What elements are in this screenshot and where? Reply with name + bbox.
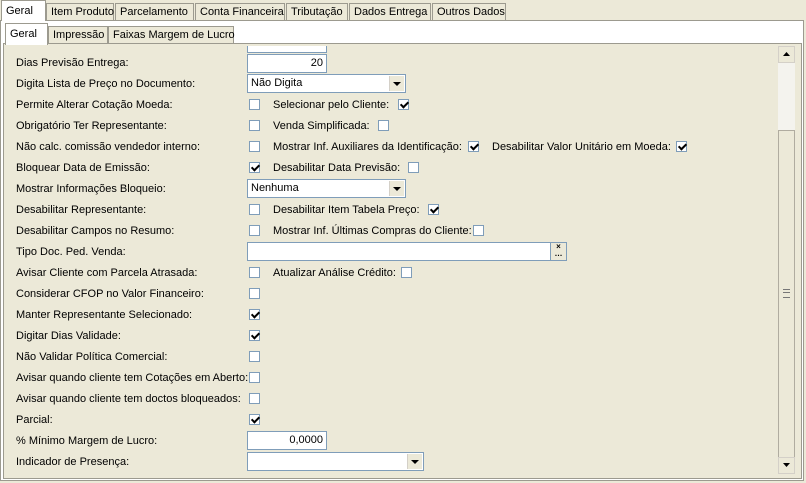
avisar-doctos-checkbox[interactable]: [249, 393, 260, 404]
desabilitar-campos-resumo-checkbox[interactable]: [249, 225, 260, 236]
label-considerar-cfop: Considerar CFOP no Valor Financeiro:: [16, 288, 204, 300]
label-nao-validar-politica: Não Validar Política Comercial:: [16, 351, 168, 363]
permite-alterar-checkbox[interactable]: [249, 99, 260, 110]
label-dias-previsao: Dias Previsão Entrega:: [16, 57, 129, 69]
subtab-faixas-margem[interactable]: Faixas Margem de Lucro: [108, 26, 235, 43]
label-digitar-dias: Digitar Dias Validade:: [16, 330, 121, 342]
mostrar-inf-aux-checkbox[interactable]: [468, 141, 479, 152]
label-mostrar-info-bloqueio: Mostrar Informações Bloqueio:: [16, 183, 166, 195]
label-obrigatorio-rep: Obrigatório Ter Representante:: [16, 120, 167, 132]
digitar-dias-checkbox[interactable]: [249, 330, 260, 341]
label-desabilitar-rep: Desabilitar Representante:: [16, 204, 147, 216]
chevron-down-icon[interactable]: [389, 76, 404, 91]
considerar-cfop-checkbox[interactable]: [249, 288, 260, 299]
scroll-up-button[interactable]: [778, 46, 795, 63]
chevron-down-icon[interactable]: [389, 181, 404, 196]
parcial-checkbox[interactable]: [249, 414, 260, 425]
mostrar-info-bloqueio-value: Nenhuma: [251, 182, 299, 194]
label-atualizar-analise: Atualizar Análise Crédito:: [273, 267, 396, 279]
tab-outros-dados[interactable]: Outros Dados: [432, 3, 506, 20]
label-indicador-presenca: Indicador de Presença:: [16, 456, 130, 468]
mostrar-ultimas-compras-checkbox[interactable]: [473, 225, 484, 236]
tab-dados-entrega[interactable]: Dados Entrega: [349, 3, 431, 20]
label-desabilitar-data-previsao: Desabilitar Data Previsão:: [273, 162, 401, 174]
nao-calc-comissao-checkbox[interactable]: [249, 141, 260, 152]
label-selecionar-cliente: Selecionar pelo Cliente:: [273, 99, 390, 111]
mostrar-info-bloqueio-select[interactable]: Nenhuma: [247, 179, 406, 198]
indicador-presenca-select[interactable]: [247, 452, 424, 471]
subtab-impressao[interactable]: Impressão: [48, 26, 108, 43]
label-tipo-doc: Tipo Doc. Ped. Venda:: [16, 246, 126, 258]
label-avisar-parcela: Avisar Cliente com Parcela Atrasada:: [16, 267, 198, 279]
scroll-thumb[interactable]: [778, 130, 795, 470]
label-digita-lista: Digita Lista de Preço no Documento:: [16, 78, 196, 90]
minimo-margem-input[interactable]: 0,0000: [247, 431, 327, 450]
lookup-icon[interactable]: ×…: [550, 243, 566, 260]
label-minimo-margem: % Mínimo Margem de Lucro:: [16, 435, 158, 447]
label-desabilitar-item-tabela: Desabilitar Item Tabela Preço:: [273, 204, 420, 216]
venda-simplificada-checkbox[interactable]: [378, 120, 389, 131]
label-venda-simplificada: Venda Simplificada:: [273, 120, 370, 132]
manter-rep-checkbox[interactable]: [249, 309, 260, 320]
tab-tributacao[interactable]: Tributação: [286, 3, 348, 20]
arrow-down-icon: [783, 463, 790, 467]
avisar-parcela-checkbox[interactable]: [249, 267, 260, 278]
label-mostrar-ultimas-compras: Mostrar Inf. Últimas Compras do Cliente:: [273, 225, 472, 237]
avisar-cotacoes-checkbox[interactable]: [249, 372, 260, 383]
tab-geral[interactable]: Geral: [1, 0, 46, 21]
form-area: Dias Previsão Entrega: 20 Digita Lista d…: [5, 46, 776, 474]
tab-item-produto[interactable]: Item Produto: [46, 3, 114, 20]
nao-validar-politica-checkbox[interactable]: [249, 351, 260, 362]
previous-field-partial[interactable]: [247, 46, 327, 53]
selecionar-cliente-checkbox[interactable]: [398, 99, 409, 110]
label-parcial: Parcial:: [16, 414, 53, 426]
desabilitar-item-tabela-checkbox[interactable]: [428, 204, 439, 215]
vertical-scrollbar[interactable]: [778, 46, 795, 474]
dias-previsao-input[interactable]: 20: [247, 54, 327, 73]
label-avisar-doctos: Avisar quando cliente tem doctos bloquea…: [16, 393, 241, 405]
obrigatorio-rep-checkbox[interactable]: [249, 120, 260, 131]
digita-lista-value: Não Digita: [251, 77, 303, 89]
atualizar-analise-checkbox[interactable]: [401, 267, 412, 278]
label-avisar-cotacoes: Avisar quando cliente tem Cotações em Ab…: [16, 372, 249, 384]
digita-lista-select[interactable]: Não Digita: [247, 74, 406, 93]
grip-icon: [783, 289, 790, 298]
scroll-down-button[interactable]: [778, 457, 795, 474]
subtab-geral[interactable]: Geral: [5, 23, 48, 45]
main-tab-bar: Geral Item Produto Parcelamento Conta Fi…: [0, 0, 806, 22]
desabilitar-rep-checkbox[interactable]: [249, 204, 260, 215]
tab-conta-financeira[interactable]: Conta Financeira: [195, 3, 285, 20]
label-manter-rep: Manter Representante Selecionado:: [16, 309, 193, 321]
label-nao-calc-comissao: Não calc. comissão vendedor interno:: [16, 141, 201, 153]
bloquear-data-checkbox[interactable]: [249, 162, 260, 173]
tipo-doc-input[interactable]: ×…: [247, 242, 567, 261]
arrow-up-icon: [783, 52, 790, 56]
label-desabilitar-campos-resumo: Desabilitar Campos no Resumo:: [16, 225, 175, 237]
desabilitar-data-previsao-checkbox[interactable]: [408, 162, 419, 173]
tab-parcelamento[interactable]: Parcelamento: [115, 3, 194, 20]
desabilitar-valor-unitario-checkbox[interactable]: [676, 141, 687, 152]
label-desabilitar-valor-unitario: Desabilitar Valor Unitário em Moeda:: [492, 141, 671, 153]
label-bloquear-data: Bloquear Data de Emissão:: [16, 162, 150, 174]
chevron-down-icon[interactable]: [407, 454, 422, 469]
label-permite-alterar: Permite Alterar Cotação Moeda:: [16, 99, 173, 111]
label-mostrar-inf-aux: Mostrar Inf. Auxiliares da Identificação…: [273, 141, 462, 153]
